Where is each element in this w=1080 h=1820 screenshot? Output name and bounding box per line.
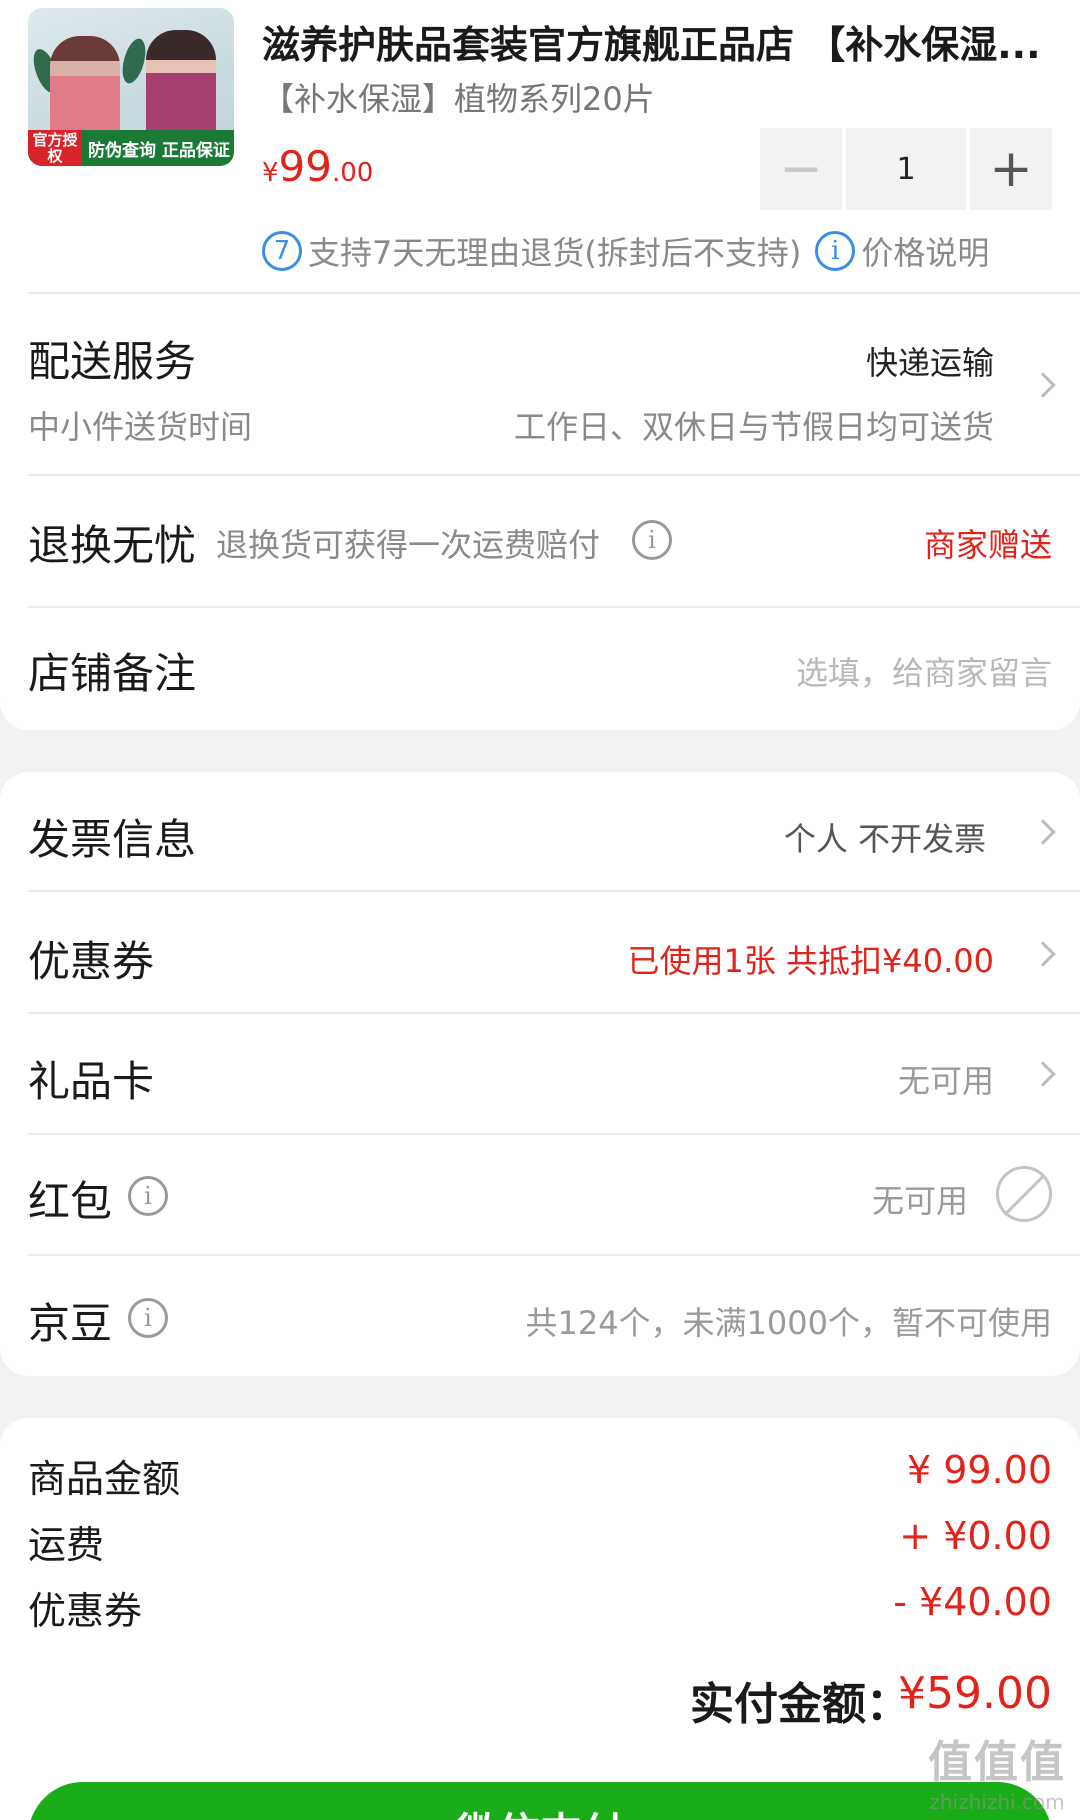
increase-quantity-button[interactable]: +: [970, 128, 1052, 210]
exchange-value: 商家赠送: [923, 526, 1052, 564]
delivery-time-value: 工作日、双休日与节假日均可送货: [513, 408, 994, 446]
redpacket-label: 红包: [28, 1177, 113, 1226]
invoice-value: 个人 不开发票: [783, 820, 986, 858]
coupon-summary-label: 优惠券: [28, 1589, 143, 1633]
shipping-label: 运费: [28, 1523, 105, 1567]
watermark: 值值值 zhizhizhi.com: [928, 1726, 1066, 1814]
redpacket-value: 无可用: [871, 1182, 968, 1220]
product-figure: [146, 30, 216, 138]
product-image-badge: 官方授权 防伪查询 正品保证: [28, 130, 234, 166]
info-icon[interactable]: i: [128, 1176, 168, 1216]
total-payable-value: ¥59.00: [898, 1668, 1052, 1719]
divider: [28, 1133, 1080, 1135]
product-variant: 【补水保湿】植物系列20片: [262, 80, 655, 118]
giftcard-label: 礼品卡: [28, 1057, 155, 1106]
divider: [28, 292, 1080, 294]
price-note-link[interactable]: 价格说明: [861, 228, 989, 274]
chevron-right-icon: [1030, 372, 1056, 398]
divider: [28, 890, 1080, 892]
divider: [28, 1254, 1080, 1256]
coupon-summary-value: - ¥40.00: [893, 1580, 1052, 1624]
badge-authentic: 防伪查询 正品保证: [88, 140, 230, 161]
badge-official: 官方授权: [28, 130, 82, 166]
order-item-card: 官方授权 防伪查询 正品保证 滋养护肤品套装官方旗舰正品店 【补水保湿... 【…: [0, 0, 1080, 730]
seven-day-return-icon: 7: [262, 231, 302, 271]
delivery-label: 配送服务: [28, 337, 197, 386]
watermark-logo: 值值值: [928, 1737, 1066, 1788]
decrease-quantity-button[interactable]: −: [760, 128, 842, 210]
quantity-stepper: − 1 +: [760, 128, 1052, 210]
return-policy-text: 支持7天无理由退货(拆封后不支持): [308, 234, 802, 272]
product-price: ¥99.00: [262, 142, 373, 191]
divider: [28, 1012, 1080, 1014]
product-figure: [50, 36, 120, 136]
price-integer: 99: [278, 142, 332, 191]
remark-label: 店铺备注: [28, 649, 197, 698]
info-icon[interactable]: i: [128, 1298, 168, 1338]
coupon-label: 优惠券: [28, 937, 155, 986]
unavailable-icon: [996, 1166, 1052, 1222]
watermark-site: zhizhizhi.com: [929, 1790, 1065, 1814]
quantity-input[interactable]: 1: [846, 128, 966, 210]
product-image[interactable]: 官方授权 防伪查询 正品保证: [28, 8, 234, 166]
delivery-method: 快递运输: [865, 344, 994, 382]
leaf-decoration: [118, 36, 150, 86]
divider: [28, 474, 1080, 476]
price-currency: ¥: [262, 158, 279, 188]
shipping-value: + ¥0.00: [899, 1514, 1052, 1558]
price-decimal: .00: [332, 158, 374, 188]
remark-input[interactable]: 选填，给商家留言: [796, 648, 1052, 694]
product-title[interactable]: 滋养护肤品套装官方旗舰正品店 【补水保湿...: [262, 14, 1042, 69]
coupon-value: 已使用1张 共抵扣¥40.00: [627, 942, 994, 980]
info-icon[interactable]: i: [815, 231, 856, 271]
giftcard-value: 无可用: [897, 1062, 994, 1100]
jingdou-label: 京豆: [28, 1299, 113, 1348]
goods-amount-value: ¥ 99.00: [906, 1448, 1052, 1492]
divider: [28, 606, 1080, 608]
jingdou-value: 共124个，未满1000个，暂不可使用: [525, 1304, 1052, 1342]
wechat-pay-button[interactable]: 微信支付: [28, 1782, 1052, 1820]
total-payable-label: 实付金额：: [690, 1679, 910, 1730]
exchange-description: 退换货可获得一次运费赔付: [216, 526, 601, 564]
exchange-label: 退换无忧: [28, 521, 197, 570]
goods-amount-label: 商品金额: [28, 1457, 181, 1501]
return-policy-row: 7 支持7天无理由退货(拆封后不支持) i 价格说明: [262, 228, 989, 274]
delivery-time-label: 中小件送货时间: [28, 408, 253, 446]
invoice-label: 发票信息: [28, 815, 197, 864]
info-icon[interactable]: i: [632, 520, 672, 560]
